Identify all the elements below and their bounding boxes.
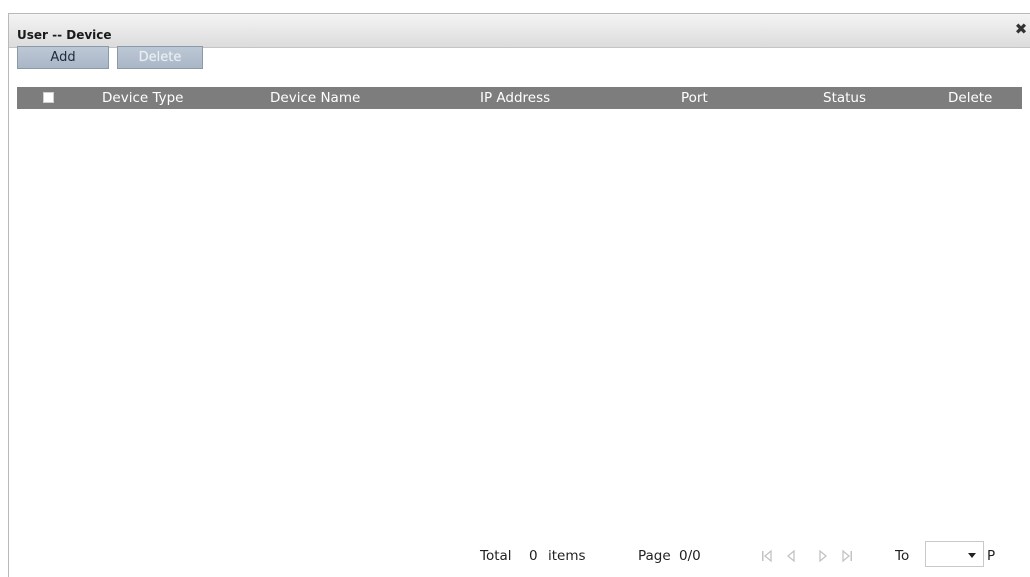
page-label: Page bbox=[638, 548, 671, 564]
dialog-title: User -- Device bbox=[17, 28, 112, 42]
items-label: items bbox=[548, 548, 586, 564]
column-device-name[interactable]: Device Name bbox=[270, 90, 360, 106]
column-port[interactable]: Port bbox=[681, 90, 708, 106]
pager: Total 0 items Page 0/0 To P bbox=[0, 540, 1030, 570]
close-icon[interactable]: ✖ bbox=[1014, 22, 1028, 37]
column-status[interactable]: Status bbox=[823, 90, 866, 106]
column-device-type[interactable]: Device Type bbox=[102, 90, 183, 106]
grid-body bbox=[17, 109, 1022, 539]
grid-header: Device Type Device Name IP Address Port … bbox=[17, 87, 1022, 109]
top-strip bbox=[0, 0, 1030, 13]
select-all-checkbox[interactable] bbox=[43, 92, 54, 103]
delete-button[interactable]: Delete bbox=[117, 46, 203, 69]
previous-page-icon[interactable] bbox=[784, 549, 798, 563]
last-page-icon[interactable] bbox=[840, 549, 854, 563]
total-label: Total bbox=[480, 548, 512, 564]
chevron-down-icon[interactable] bbox=[968, 553, 976, 558]
dialog-titlebar: User -- Device bbox=[9, 14, 1030, 48]
p-label: P bbox=[987, 548, 996, 564]
total-count: 0 bbox=[529, 548, 538, 564]
to-label: To bbox=[895, 548, 910, 564]
column-ip-address[interactable]: IP Address bbox=[480, 90, 550, 106]
add-button[interactable]: Add bbox=[17, 46, 109, 69]
next-page-icon[interactable] bbox=[816, 549, 830, 563]
first-page-icon[interactable] bbox=[760, 549, 774, 563]
page-value: 0/0 bbox=[679, 548, 701, 564]
column-delete[interactable]: Delete bbox=[948, 90, 992, 106]
